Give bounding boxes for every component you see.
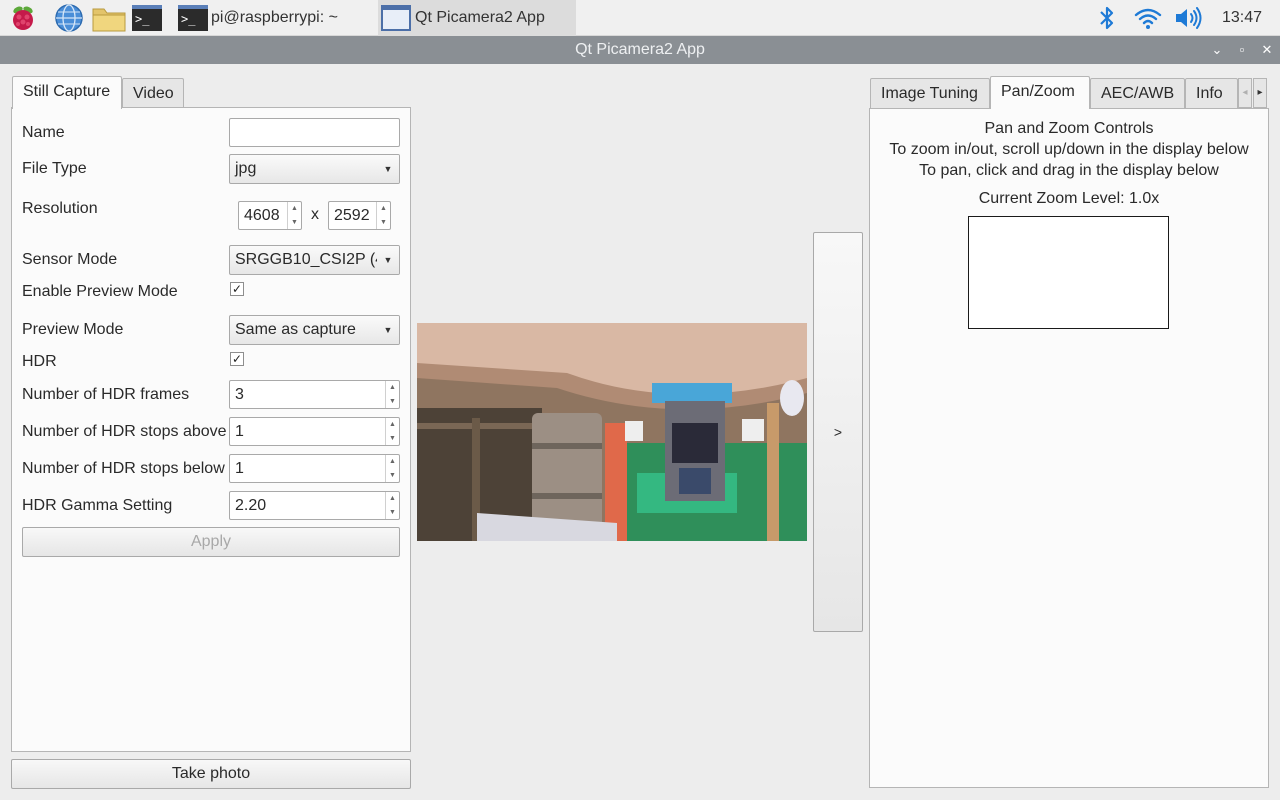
file-type-select[interactable]: jpg ▼ <box>229 154 400 184</box>
sensor-mode-select[interactable]: SRGGB10_CSI2P (46 ▼ <box>229 245 400 275</box>
hdr-frames-value: 3 <box>235 386 244 403</box>
hdr-gamma-label: HDR Gamma Setting <box>22 497 173 514</box>
clock[interactable]: 13:47 <box>1222 0 1262 36</box>
hdr-stops-below-spinbox[interactable]: 1 ▲ ▼ <box>229 454 400 483</box>
enable-preview-checkbox[interactable]: ✓ <box>230 282 244 296</box>
hdr-gamma-spinbox[interactable]: 2.20 ▲ ▼ <box>229 491 400 520</box>
pan-hint: To pan, click and drag in the display be… <box>919 162 1219 179</box>
hdr-stops-above-label: Number of HDR stops above <box>22 423 227 440</box>
hdr-label: HDR <box>22 353 57 370</box>
maximize-icon[interactable]: ▫ <box>1231 36 1253 64</box>
file-manager-icon[interactable] <box>92 3 126 33</box>
pan-zoom-panel <box>869 108 1269 788</box>
hdr-stops-above-value: 1 <box>235 423 244 440</box>
pan-zoom-heading: Pan and Zoom Controls <box>984 120 1154 137</box>
taskbar: >_ >_ pi@raspberrypi: ~ Qt Picamera2 App… <box>0 0 1280 36</box>
terminal-icon: >_ <box>178 5 208 31</box>
enable-preview-label: Enable Preview Mode <box>22 283 178 300</box>
hdr-frames-spinbox[interactable]: 3 ▲ ▼ <box>229 380 400 409</box>
spin-up-icon[interactable]: ▲ <box>386 418 399 432</box>
tab-scroll-right-icon[interactable]: ▸ <box>1253 78 1267 108</box>
chevron-down-icon: ▼ <box>377 246 399 274</box>
volume-icon[interactable] <box>1173 3 1203 33</box>
resolution-separator: x <box>311 206 319 223</box>
resolution-width-spinbox[interactable]: 4608 ▲ ▼ <box>238 201 302 230</box>
zoom-level-label: Current Zoom Level: 1.0x <box>978 190 1160 207</box>
hdr-gamma-value: 2.20 <box>235 497 267 514</box>
spin-down-icon[interactable]: ▼ <box>288 216 301 230</box>
window-titlebar[interactable]: Qt Picamera2 App ⌄ ▫ ✕ <box>0 36 1280 64</box>
camera-preview[interactable] <box>417 323 807 541</box>
name-label: Name <box>22 124 65 141</box>
chevron-down-icon: ▼ <box>377 155 399 183</box>
tab-video[interactable]: Video <box>122 78 184 109</box>
preview-mode-select[interactable]: Same as capture ▼ <box>229 315 400 345</box>
preview-image <box>417 323 807 541</box>
spin-up-icon[interactable]: ▲ <box>288 202 301 216</box>
take-photo-button[interactable]: Take photo <box>11 759 411 789</box>
task-terminal-label: pi@raspberrypi: ~ <box>211 9 338 26</box>
sensor-mode-value: SRGGB10_CSI2P (46 <box>235 251 394 268</box>
zoom-hint: To zoom in/out, scroll up/down in the di… <box>889 141 1249 158</box>
web-browser-icon[interactable] <box>54 3 84 33</box>
chevron-down-icon: ▼ <box>377 316 399 344</box>
window-title: Qt Picamera2 App <box>575 41 705 58</box>
spin-down-icon[interactable]: ▼ <box>386 469 399 483</box>
spin-up-icon[interactable]: ▲ <box>386 492 399 506</box>
preview-mode-label: Preview Mode <box>22 321 124 338</box>
hdr-stops-below-value: 1 <box>235 460 244 477</box>
apply-button[interactable]: Apply <box>22 527 400 557</box>
task-picamera-app[interactable]: Qt Picamera2 App <box>378 0 576 36</box>
tab-image-tuning[interactable]: Image Tuning <box>870 78 990 109</box>
spin-up-icon[interactable]: ▲ <box>386 381 399 395</box>
resolution-width-value: 4608 <box>244 207 280 224</box>
bluetooth-icon[interactable] <box>1094 3 1120 33</box>
task-app-label: Qt Picamera2 App <box>415 9 545 26</box>
raspberry-icon[interactable] <box>8 3 38 33</box>
resolution-height-spinbox[interactable]: 2592 ▲ ▼ <box>328 201 391 230</box>
app-window-icon <box>381 5 411 31</box>
terminal-glyph: >_ <box>132 5 162 31</box>
terminal-icon[interactable]: >_ <box>132 3 162 33</box>
spin-down-icon[interactable]: ▼ <box>377 216 390 230</box>
name-input[interactable] <box>229 118 400 147</box>
spin-down-icon[interactable]: ▼ <box>386 432 399 446</box>
pan-zoom-display[interactable] <box>968 216 1169 329</box>
close-icon[interactable]: ✕ <box>1256 36 1278 64</box>
toggle-sidebar-button[interactable]: > <box>813 232 863 632</box>
task-terminal[interactable]: >_ pi@raspberrypi: ~ <box>178 0 370 36</box>
resolution-label: Resolution <box>22 200 98 217</box>
hdr-stops-below-label: Number of HDR stops below <box>22 460 225 477</box>
spin-up-icon[interactable]: ▲ <box>377 202 390 216</box>
hdr-stops-above-spinbox[interactable]: 1 ▲ ▼ <box>229 417 400 446</box>
wifi-icon[interactable] <box>1133 3 1163 33</box>
tab-still-capture[interactable]: Still Capture <box>12 76 122 109</box>
hdr-checkbox[interactable]: ✓ <box>230 352 244 366</box>
spin-up-icon[interactable]: ▲ <box>386 455 399 469</box>
spin-down-icon[interactable]: ▼ <box>386 395 399 409</box>
spin-down-icon[interactable]: ▼ <box>386 506 399 520</box>
tab-pan-zoom[interactable]: Pan/Zoom <box>990 76 1090 109</box>
resolution-height-value: 2592 <box>334 207 370 224</box>
sensor-mode-label: Sensor Mode <box>22 251 118 268</box>
tab-info[interactable]: Info <box>1185 78 1238 109</box>
file-type-value: jpg <box>235 160 257 177</box>
file-type-label: File Type <box>22 160 87 177</box>
hdr-frames-label: Number of HDR frames <box>22 386 190 403</box>
tab-scroll-left-icon[interactable]: ◂ <box>1238 78 1252 108</box>
minimize-icon[interactable]: ⌄ <box>1206 36 1228 64</box>
tab-aec-awb[interactable]: AEC/AWB <box>1090 78 1185 109</box>
preview-mode-value: Same as capture <box>235 321 356 338</box>
